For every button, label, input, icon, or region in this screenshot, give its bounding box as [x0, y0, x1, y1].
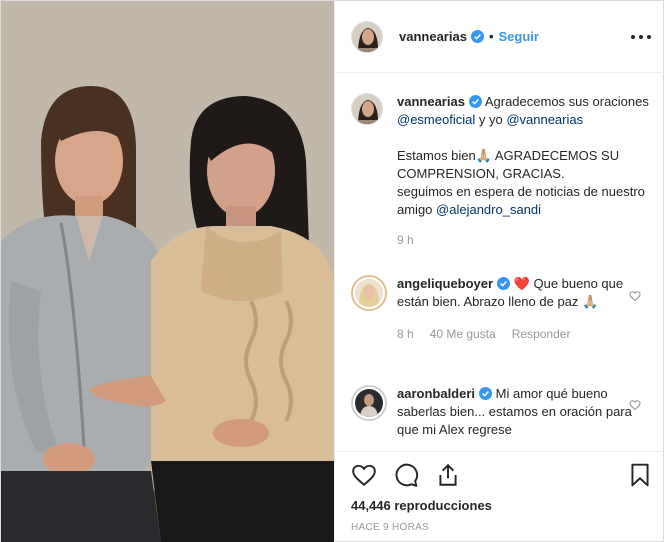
mention-link[interactable]: @alejandro_sandi	[436, 202, 541, 217]
bookmark-icon[interactable]	[627, 462, 653, 488]
comment-item: angeliqueboyer ❤️ Que bueno que están bi…	[351, 275, 649, 343]
caption-line: Agradecemos sus oraciones	[484, 94, 649, 109]
comment-username[interactable]: aaronbalderi	[397, 386, 475, 401]
comment-like-heart-icon[interactable]	[629, 290, 641, 302]
caption-paragraph: seguimos en espera de noticias de nuestr…	[397, 183, 649, 219]
author-avatar[interactable]	[351, 20, 383, 53]
comment-body: aaronbalderi Mi amor qué bueno saberlas …	[397, 385, 649, 439]
heart-icon[interactable]	[351, 462, 377, 488]
author-username[interactable]: vannearias	[399, 29, 467, 44]
comment-meta: 8 h 40 Me gusta Responder	[397, 325, 649, 343]
instagram-post: vannearias • Seguir vannearias Agradecem…	[0, 0, 664, 542]
action-icons	[351, 462, 461, 488]
mention-link[interactable]: @esmeoficial	[397, 112, 475, 127]
comment-username[interactable]: angeliqueboyer	[397, 276, 493, 291]
post-header: vannearias • Seguir	[335, 1, 664, 73]
verified-badge-icon	[470, 30, 484, 43]
comment-like-heart-icon[interactable]	[629, 399, 641, 411]
comment-icon[interactable]	[393, 462, 419, 488]
caption-line: y yo	[475, 112, 507, 127]
caption-paragraph: Estamos bien🙏🏼 AGRADECEMOS SU COMPRENSIO…	[397, 148, 620, 181]
post-side-panel: vannearias • Seguir vannearias Agradecem…	[334, 1, 664, 542]
comment-body: angeliqueboyer ❤️ Que bueno que están bi…	[397, 275, 649, 343]
caption-meta: 9 h	[397, 231, 649, 249]
mention-link[interactable]: @vannearias	[506, 112, 583, 127]
reply-button[interactable]: Responder	[512, 325, 571, 343]
commenter-avatar[interactable]	[351, 275, 387, 311]
post-actions: 44,446 reproducciones HACE 9 HORAS	[335, 451, 664, 542]
video-frame-illustration	[1, 1, 334, 542]
commenter-avatar[interactable]	[351, 385, 387, 421]
verified-badge-icon	[497, 277, 511, 290]
share-icon[interactable]	[435, 462, 461, 488]
comments-list[interactable]: vannearias Agradecemos sus oraciones @es…	[335, 73, 664, 451]
caption: vannearias Agradecemos sus oraciones @es…	[351, 93, 649, 249]
caption-username[interactable]: vannearias	[397, 94, 465, 109]
caption-body: vannearias Agradecemos sus oraciones @es…	[397, 93, 649, 249]
caption-time[interactable]: 9 h	[397, 231, 414, 249]
more-options-icon[interactable]	[631, 27, 651, 47]
post-timestamp[interactable]: HACE 9 HORAS	[351, 522, 429, 533]
follow-button[interactable]: Seguir	[499, 29, 539, 44]
caption-author-avatar[interactable]	[351, 93, 383, 125]
view-count[interactable]: 44,446 reproducciones	[351, 498, 492, 513]
comment-time[interactable]: 8 h	[397, 325, 414, 343]
verified-badge-icon	[468, 95, 482, 108]
verified-badge-icon	[479, 387, 493, 400]
comment-likes[interactable]: 40 Me gusta	[430, 325, 496, 343]
separator-dot: •	[488, 29, 494, 44]
video-media[interactable]	[1, 1, 334, 542]
comment-item: aaronbalderi Mi amor qué bueno saberlas …	[351, 385, 649, 439]
